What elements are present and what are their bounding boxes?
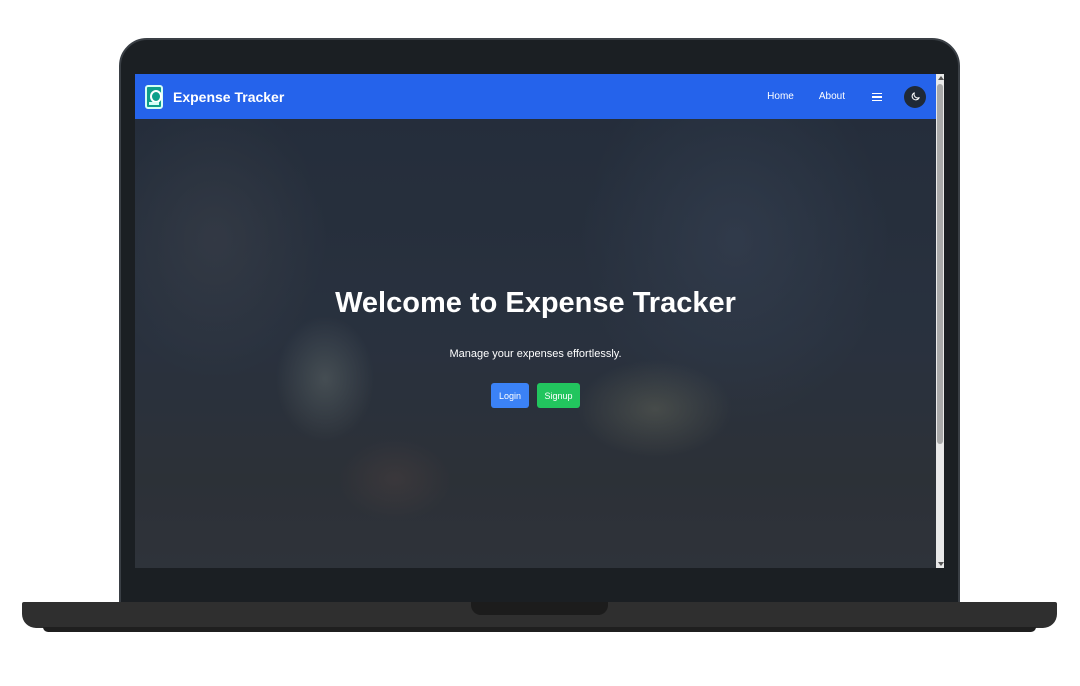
laptop-base — [22, 602, 1057, 628]
laptop-notch — [471, 602, 608, 615]
hamburger-menu-icon[interactable] — [872, 92, 882, 101]
signup-button[interactable]: Signup — [537, 383, 580, 408]
scrollbar[interactable] — [936, 74, 944, 568]
nav-link-home[interactable]: Home — [767, 91, 794, 102]
hero-content: Welcome to Expense Tracker Manage your e… — [135, 119, 936, 568]
scroll-up-arrow-icon[interactable] — [938, 76, 944, 80]
browser-screen: Expense Tracker Home About Welcome to Ex… — [135, 74, 944, 568]
laptop-foot — [43, 627, 1036, 632]
hero-subtitle: Manage your expenses effortlessly. — [449, 348, 622, 360]
brand-title: Expense Tracker — [173, 88, 285, 105]
hero-section: Welcome to Expense Tracker Manage your e… — [135, 119, 936, 568]
hero-title: Welcome to Expense Tracker — [335, 287, 736, 319]
scrollbar-thumb[interactable] — [937, 84, 943, 444]
scroll-down-arrow-icon[interactable] — [938, 562, 944, 566]
nav-link-about[interactable]: About — [819, 91, 845, 102]
login-button[interactable]: Login — [491, 383, 529, 408]
expense-app-icon — [145, 84, 163, 109]
nav-links: Home About — [767, 85, 926, 108]
theme-toggle-button[interactable] — [904, 85, 926, 108]
brand[interactable]: Expense Tracker — [145, 84, 285, 109]
navbar: Expense Tracker Home About — [135, 74, 936, 119]
moon-icon — [911, 92, 920, 101]
hero-buttons: Login Signup — [491, 383, 580, 408]
